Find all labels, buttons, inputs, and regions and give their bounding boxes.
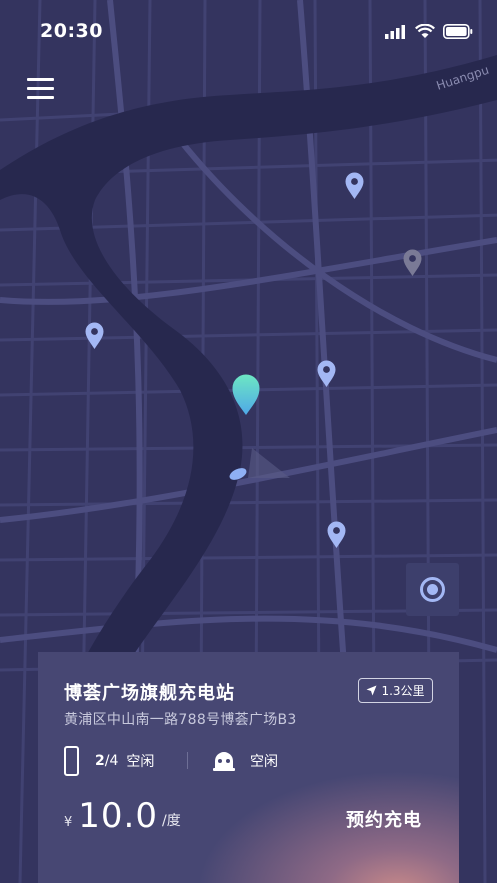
reserve-charging-button[interactable]: 预约充电 [346,806,422,832]
parking-car-icon [213,752,235,771]
wifi-icon [415,24,435,38]
locate-icon-dot [427,584,438,595]
station-pin-icon[interactable] [327,521,346,549]
locate-me-button[interactable] [406,563,459,616]
status-icons [385,24,473,39]
parking-info: 空闲 [212,749,278,773]
battery-icon [443,24,473,39]
station-pin-icon[interactable] [317,360,336,388]
divider [187,752,188,769]
distance-badge[interactable]: 1.3公里 [358,678,433,703]
station-pin-inactive-icon[interactable] [403,249,422,277]
slots-available: 2 [95,753,105,769]
status-time: 20:30 [40,20,103,42]
price-value: 10.0 [78,796,158,836]
parking-status: 空闲 [250,754,278,770]
distance-text: 1.3公里 [381,684,425,698]
station-name: 博荟广场旗舰充电站 [64,683,235,704]
price-unit: /度 [161,813,181,829]
status-bar: 20:30 [0,0,497,64]
price-currency: ¥ [64,815,73,830]
slots-status: 空闲 [126,754,155,770]
price: ¥ 10.0 /度 [64,796,181,836]
station-card[interactable]: 博荟广场旗舰充电站 1.3公里 黄浦区中山南一路788号博荟广场B3 2 /4 … [38,652,459,883]
station-pin-icon[interactable] [345,172,364,200]
charger-slots: 2 /4 空闲 [64,746,154,776]
cellular-signal-icon [385,24,405,39]
menu-icon-line-bottom [27,96,54,99]
navigation-arrow-icon [366,685,377,696]
station-pin-icon[interactable] [85,322,104,350]
charger-icon [64,746,79,776]
menu-button[interactable] [27,78,55,100]
menu-icon-line-top [27,78,54,81]
station-address: 黄浦区中山南一路788号博荟广场B3 [64,712,297,728]
menu-icon-line-middle [27,87,54,90]
slots-total: /4 [104,753,119,769]
selected-station-pin-icon[interactable] [232,374,260,416]
